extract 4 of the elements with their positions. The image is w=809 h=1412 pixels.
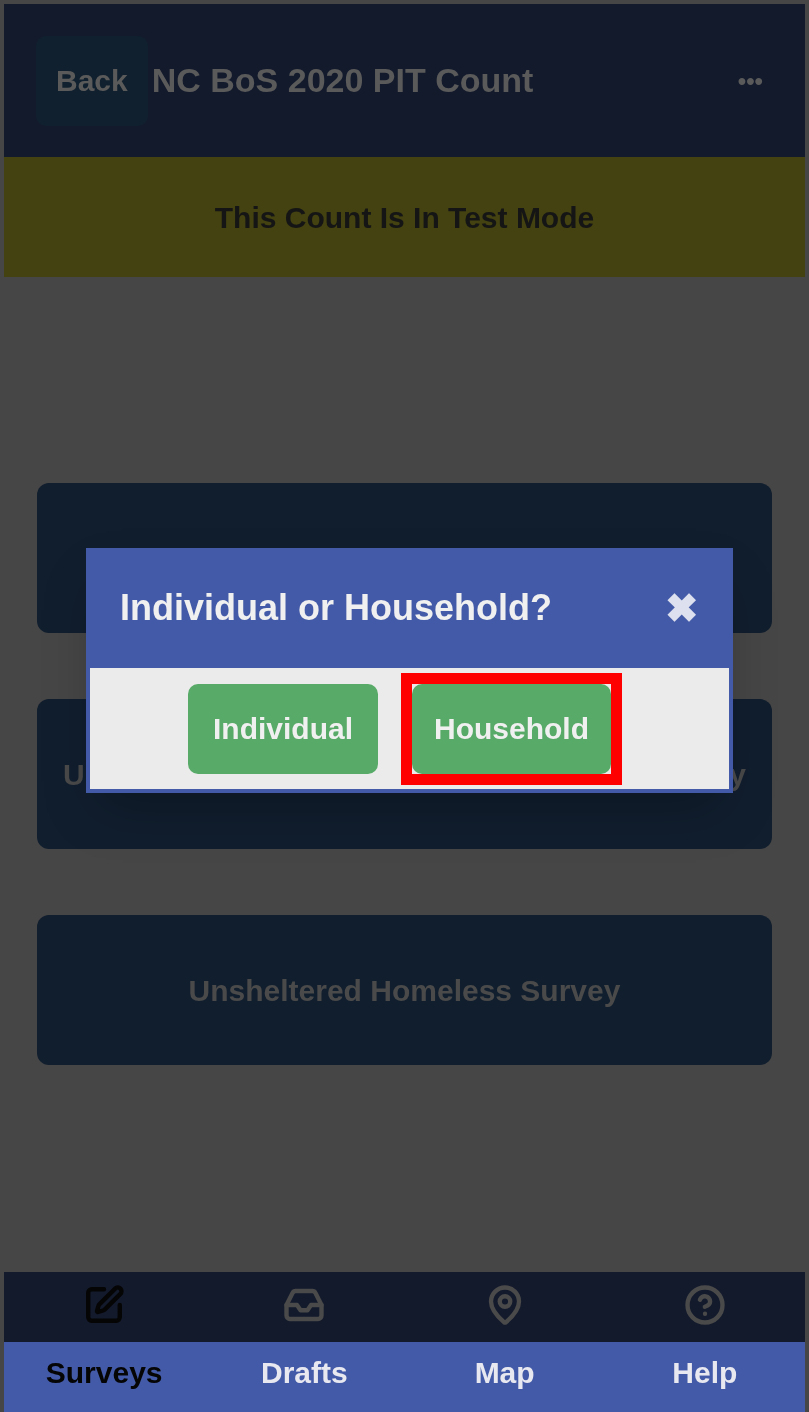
card-label: U [63,756,85,793]
app-title: NC BoS 2020 PIT Count [151,60,534,101]
card-label: Unsheltered Homeless Survey [188,972,621,1009]
dialog-title: Individual or Household? [120,586,552,630]
